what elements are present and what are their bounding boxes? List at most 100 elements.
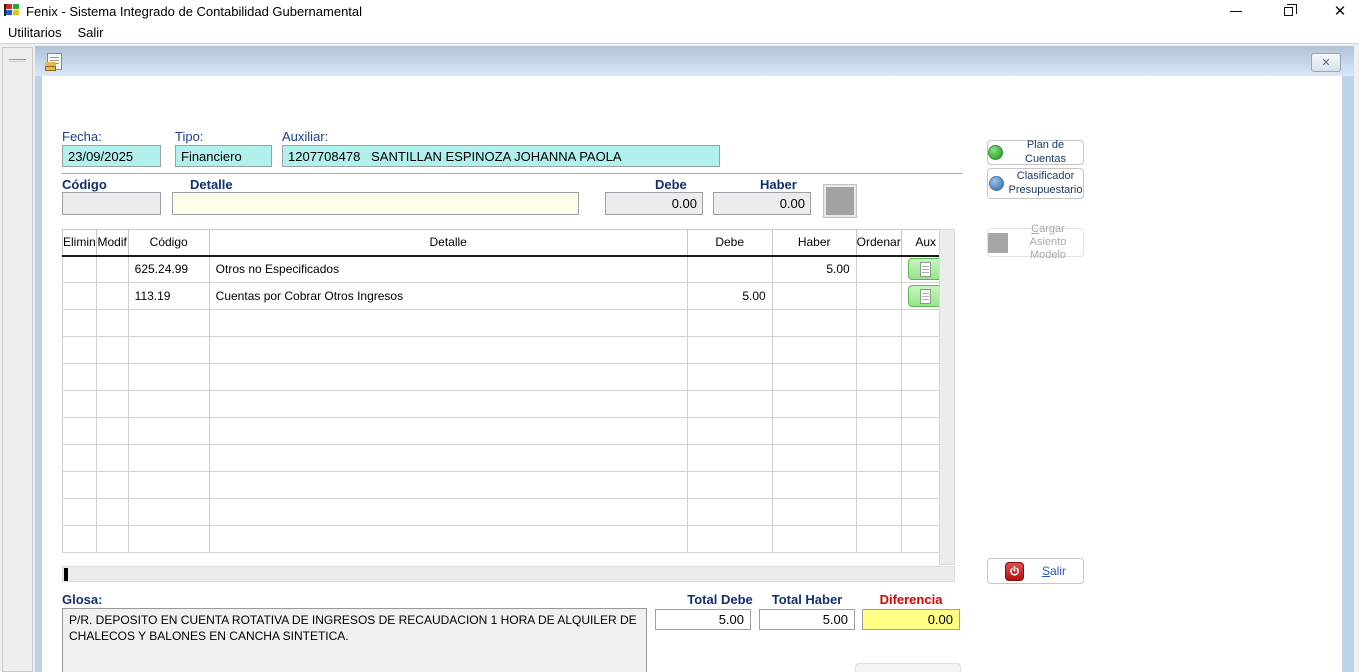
glosa-textarea[interactable]: P/R. DEPOSITO EN CUENTA ROTATIVA DE INGR…	[62, 608, 647, 672]
col-haber: Haber	[772, 230, 856, 256]
salir-button[interactable]: Salir	[987, 558, 1084, 584]
col-detalle: Detalle	[209, 230, 687, 256]
cargar-asiento-modelo-button[interactable]: Cargar Asiento Modelo	[987, 228, 1084, 257]
aprobar-asiento-button[interactable]: Aprobar Asiento	[855, 663, 961, 672]
cell-modif	[96, 283, 128, 310]
col-codigo: Código	[128, 230, 209, 256]
table-vertical-scrollbar[interactable]	[939, 229, 955, 565]
cell-detalle	[209, 310, 687, 337]
plan-de-cuentas-button[interactable]: Plan de Cuentas	[987, 140, 1084, 165]
detalle-input[interactable]	[172, 192, 579, 215]
cell-ordenar	[856, 283, 901, 310]
table-row[interactable]	[63, 310, 951, 337]
cell-ordenar	[856, 472, 901, 499]
cell-elimin	[63, 526, 97, 553]
cell-modif	[96, 418, 128, 445]
cell-debe	[687, 526, 772, 553]
clasificador-presupuestario-button[interactable]: Clasificador Presupuestario	[987, 168, 1084, 199]
menu-salir[interactable]: Salir	[69, 23, 111, 42]
cell-ordenar	[856, 256, 901, 283]
cell-detalle	[209, 364, 687, 391]
col-debe: Debe	[687, 230, 772, 256]
cell-debe	[687, 391, 772, 418]
cell-haber: 5.00	[772, 256, 856, 283]
cell-detalle: Otros no Especificados	[209, 256, 687, 283]
cell-codigo	[128, 499, 209, 526]
diferencia-label: Diferencia	[862, 592, 960, 607]
auxiliar-input[interactable]: 1207708478 SANTILLAN ESPINOZA JOHANNA PA…	[282, 145, 720, 167]
cell-modif	[96, 256, 128, 283]
tipo-input[interactable]: Financiero	[175, 145, 272, 167]
collapsed-side-panel[interactable]	[2, 47, 33, 672]
cell-haber	[772, 526, 856, 553]
table-row[interactable]	[63, 364, 951, 391]
cell-debe	[687, 445, 772, 472]
cell-codigo	[128, 472, 209, 499]
total-debe-label: Total Debe	[672, 592, 768, 607]
salir-label: Salir	[1042, 564, 1066, 578]
cell-elimin	[63, 472, 97, 499]
cell-debe	[687, 337, 772, 364]
child-window-header: ✕	[35, 46, 1354, 76]
table-row[interactable]	[63, 337, 951, 364]
table-row[interactable]	[63, 391, 951, 418]
cell-ordenar	[856, 391, 901, 418]
close-icon: ✕	[1334, 2, 1347, 20]
table-row[interactable]	[63, 472, 951, 499]
cell-elimin	[63, 364, 97, 391]
cell-detalle	[209, 499, 687, 526]
app-logo-icon	[4, 4, 20, 18]
cell-debe	[687, 256, 772, 283]
fecha-input[interactable]: 23/09/2025	[62, 145, 161, 167]
table-horizontal-scrollbar[interactable]	[62, 566, 955, 582]
cell-modif	[96, 526, 128, 553]
cell-haber	[772, 337, 856, 364]
blue-sphere-icon	[989, 176, 1004, 191]
cell-codigo	[128, 364, 209, 391]
cell-elimin	[63, 391, 97, 418]
cell-ordenar	[856, 445, 901, 472]
table-row[interactable]: 625.24.99Otros no Especificados5.00	[63, 256, 951, 283]
cell-haber	[772, 499, 856, 526]
document-icon	[920, 289, 931, 304]
haber-input[interactable]: 0.00	[713, 192, 811, 215]
table-row[interactable]	[63, 499, 951, 526]
cell-haber	[772, 445, 856, 472]
restore-button[interactable]	[1277, 1, 1299, 21]
journal-entry-window: ✕ Fecha: 23/09/2025 Tipo: Financiero Aux…	[35, 46, 1354, 672]
cargar-asiento-modelo-label: Cargar Asiento Modelo	[1013, 223, 1083, 263]
entries-table-body: 625.24.99Otros no Especificados5.00113.1…	[63, 256, 951, 553]
close-button[interactable]: ✕	[1329, 1, 1351, 21]
child-close-button[interactable]: ✕	[1311, 53, 1341, 72]
cell-ordenar	[856, 337, 901, 364]
table-row[interactable]	[63, 418, 951, 445]
search-account-box[interactable]	[824, 185, 856, 217]
cell-ordenar	[856, 310, 901, 337]
cell-elimin	[63, 283, 97, 310]
menu-utilitarios[interactable]: Utilitarios	[0, 23, 69, 42]
entries-table-header: Elimin Modif Código Detalle Debe Haber O…	[63, 230, 951, 256]
cell-ordenar	[856, 526, 901, 553]
total-debe-value: 5.00	[655, 609, 751, 630]
cell-modif	[96, 364, 128, 391]
clasificador-presupuestario-label: Clasificador Presupuestario	[1009, 170, 1083, 196]
cell-haber	[772, 391, 856, 418]
total-haber-value: 5.00	[759, 609, 855, 630]
codigo-label: Código	[62, 177, 107, 192]
table-row[interactable]	[63, 445, 951, 472]
cell-detalle	[209, 445, 687, 472]
debe-input[interactable]: 0.00	[605, 192, 703, 215]
child-close-icon: ✕	[1321, 56, 1330, 69]
cell-modif	[96, 445, 128, 472]
minimize-button[interactable]	[1225, 1, 1247, 21]
cell-debe	[687, 418, 772, 445]
cell-codigo	[128, 337, 209, 364]
cell-detalle	[209, 526, 687, 553]
auxiliar-label: Auxiliar:	[282, 129, 328, 144]
codigo-input[interactable]	[62, 192, 161, 215]
cell-haber	[772, 310, 856, 337]
document-icon	[920, 262, 931, 277]
table-row[interactable]	[63, 526, 951, 553]
table-row[interactable]: 113.19Cuentas por Cobrar Otros Ingresos5…	[63, 283, 951, 310]
cell-debe	[687, 310, 772, 337]
